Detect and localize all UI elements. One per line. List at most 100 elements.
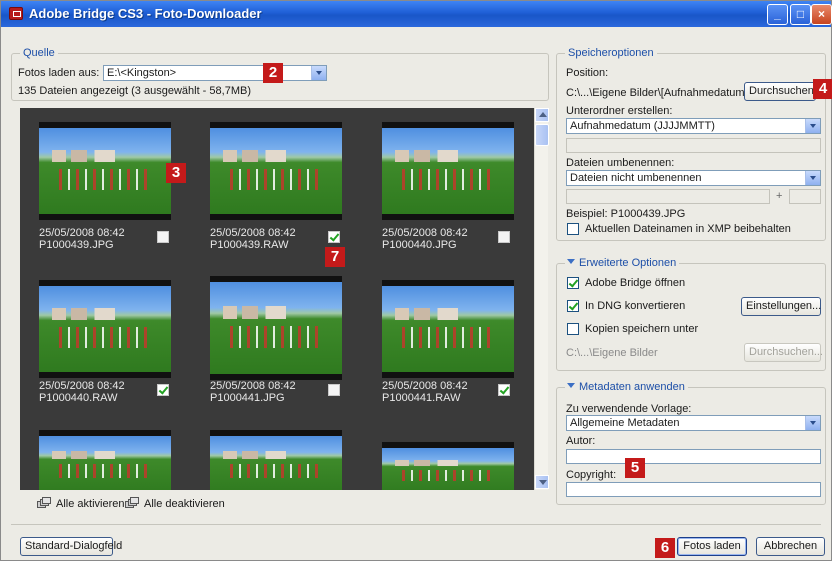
collapse-triangle-icon[interactable]	[567, 259, 575, 264]
callout-badge-2: 2	[263, 63, 283, 83]
thumbnail-filename: P1000440.RAW	[39, 392, 118, 404]
thumbnail-date: 25/05/2008 08:42	[210, 227, 296, 239]
title-bar[interactable]: Adobe Bridge CS3 - Foto-Downloader _ □ ×	[1, 1, 832, 27]
subfolder-select[interactable]: Aufnahmedatum (JJJJMMTT)	[566, 118, 821, 134]
position-label: Position:	[566, 67, 609, 79]
maximize-button[interactable]: □	[790, 4, 811, 25]
copyright-label: Copyright:	[566, 469, 617, 481]
thumbnail-checkbox[interactable]	[157, 384, 169, 396]
thumbnail-image[interactable]	[39, 122, 171, 220]
rename-value: Dateien nicht umbenennen	[570, 172, 702, 184]
thumbnail-checkbox[interactable]	[498, 384, 510, 396]
thumbnail-checkbox[interactable]	[328, 384, 340, 396]
thumbnail-scrollbar[interactable]	[534, 108, 549, 490]
collapse-triangle-icon[interactable]	[567, 383, 575, 388]
callout-badge-3: 3	[166, 163, 186, 183]
window-title: Adobe Bridge CS3 - Foto-Downloader	[29, 6, 262, 21]
thumbnail-caption: 25/05/2008 08:42 P1000440.RAW	[39, 380, 125, 404]
open-bridge-label: Adobe Bridge öffnen	[585, 277, 686, 289]
thumbnail-caption: 25/05/2008 08:42 P1000441.RAW	[382, 380, 468, 404]
rename-custom-input	[566, 189, 770, 204]
load-from-select[interactable]: E:\<Kingston>	[103, 65, 327, 81]
copies-browse-button: Durchsuchen...	[744, 343, 823, 362]
thumbnail-filename: P1000440.JPG	[382, 239, 457, 251]
thumbnail-image[interactable]	[39, 280, 171, 378]
thumbnail-date: 25/05/2008 08:42	[210, 380, 296, 392]
metadata-legend[interactable]: Metadaten anwenden	[565, 381, 688, 393]
thumbnail-filename: P1000441.JPG	[210, 392, 285, 404]
subfolder-value: Aufnahmedatum (JJJJMMTT)	[570, 120, 715, 132]
convert-dng-checkbox[interactable]	[567, 300, 579, 312]
subfolder-custom-input	[566, 138, 821, 153]
select-all-icon[interactable]	[37, 497, 51, 509]
scroll-up-button[interactable]	[535, 108, 549, 122]
author-label: Autor:	[566, 435, 596, 447]
rename-label: Dateien umbenennen:	[566, 157, 675, 169]
source-legend: Quelle	[20, 47, 58, 59]
thumbnail-image[interactable]	[382, 122, 514, 220]
rename-select[interactable]: Dateien nicht umbenennen	[566, 170, 821, 186]
thumbnail-image[interactable]	[39, 430, 171, 490]
thumbnail-caption: 25/05/2008 08:42 P1000441.JPG	[210, 380, 296, 404]
arrow-down-icon	[539, 480, 547, 485]
scroll-down-button[interactable]	[535, 475, 549, 489]
save-copies-checkbox[interactable]	[567, 323, 579, 335]
thumbnail-image[interactable]	[382, 442, 514, 490]
author-input[interactable]	[566, 449, 821, 464]
select-all-button[interactable]: Alle aktivieren	[56, 498, 124, 510]
position-browse-button[interactable]: Durchsuchen...	[744, 82, 823, 101]
copyright-input[interactable]	[566, 482, 821, 497]
rename-example: Beispiel: P1000439.JPG	[566, 208, 686, 220]
deselect-all-icon[interactable]	[125, 497, 139, 509]
keep-xmp-label: Aktuellen Dateinamen in XMP beibehalten	[585, 223, 791, 235]
template-label: Zu verwendende Vorlage:	[566, 403, 692, 415]
standard-dialog-button[interactable]: Standard-Dialogfeld	[20, 537, 122, 556]
thumbnail-image[interactable]	[382, 280, 514, 378]
thumbnail-checkbox[interactable]	[157, 231, 169, 243]
thumbnail-date: 25/05/2008 08:42	[382, 227, 468, 239]
thumbnail-image[interactable]	[210, 276, 342, 380]
scroll-thumb[interactable]	[535, 124, 549, 146]
thumbnail-caption: 25/05/2008 08:42 P1000439.RAW	[210, 227, 296, 251]
thumbnail-grid[interactable]: 25/05/2008 08:42 P1000439.JPG 25/05/2008…	[20, 108, 534, 490]
thumbnail-checkbox[interactable]	[498, 231, 510, 243]
open-bridge-checkbox[interactable]	[567, 277, 579, 289]
thumbnail-image[interactable]	[210, 430, 342, 490]
close-button[interactable]: ×	[811, 4, 832, 25]
thumbnail-caption: 25/05/2008 08:42 P1000439.JPG	[39, 227, 125, 251]
subfolder-label: Unterordner erstellen:	[566, 105, 673, 117]
cancel-button[interactable]: Abbrechen	[756, 537, 825, 556]
chevron-down-icon[interactable]	[805, 171, 820, 185]
template-value: Allgemeine Metadaten	[570, 417, 680, 429]
deselect-all-button[interactable]: Alle deaktivieren	[144, 498, 225, 510]
chevron-down-icon[interactable]	[311, 66, 326, 80]
keep-xmp-checkbox[interactable]	[567, 223, 579, 235]
minimize-button[interactable]: _	[767, 4, 788, 25]
file-summary: 135 Dateien angezeigt (3 ausgewählt - 58…	[18, 85, 251, 97]
chevron-down-icon[interactable]	[805, 119, 820, 133]
rename-number-input	[789, 189, 821, 204]
thumbnail-date: 25/05/2008 08:42	[39, 227, 125, 239]
advanced-legend[interactable]: Erweiterte Optionen	[565, 257, 680, 269]
save-copies-label: Kopien speichern unter	[585, 323, 699, 335]
callout-badge-7: 7	[325, 247, 345, 267]
thumbnail-filename: P1000439.RAW	[210, 239, 289, 251]
storage-legend: Speicheroptionen	[565, 47, 657, 59]
load-photos-button[interactable]: Fotos laden	[677, 537, 747, 556]
thumbnail-caption: 25/05/2008 08:42 P1000440.JPG	[382, 227, 468, 251]
arrow-up-icon	[539, 112, 547, 117]
chevron-down-icon[interactable]	[805, 416, 820, 430]
thumbnail-image[interactable]	[210, 122, 342, 220]
thumbnail-filename: P1000439.JPG	[39, 239, 114, 251]
callout-badge-6: 6	[655, 538, 675, 558]
load-from-label: Fotos laden aus:	[18, 67, 100, 79]
foto-downloader-window: Adobe Bridge CS3 - Foto-Downloader _ □ ×…	[0, 0, 832, 561]
adobe-bridge-app-icon	[9, 7, 23, 20]
template-select[interactable]: Allgemeine Metadaten	[566, 415, 821, 431]
plus-sign: +	[776, 190, 783, 202]
dng-settings-button[interactable]: Einstellungen...	[741, 297, 821, 316]
thumbnail-checkbox[interactable]	[328, 231, 340, 243]
callout-badge-5: 5	[625, 458, 645, 478]
position-path: C:\...\Eigene Bilder\[Aufnahmedatum]	[566, 87, 748, 99]
thumbnail-date: 25/05/2008 08:42	[382, 380, 468, 392]
